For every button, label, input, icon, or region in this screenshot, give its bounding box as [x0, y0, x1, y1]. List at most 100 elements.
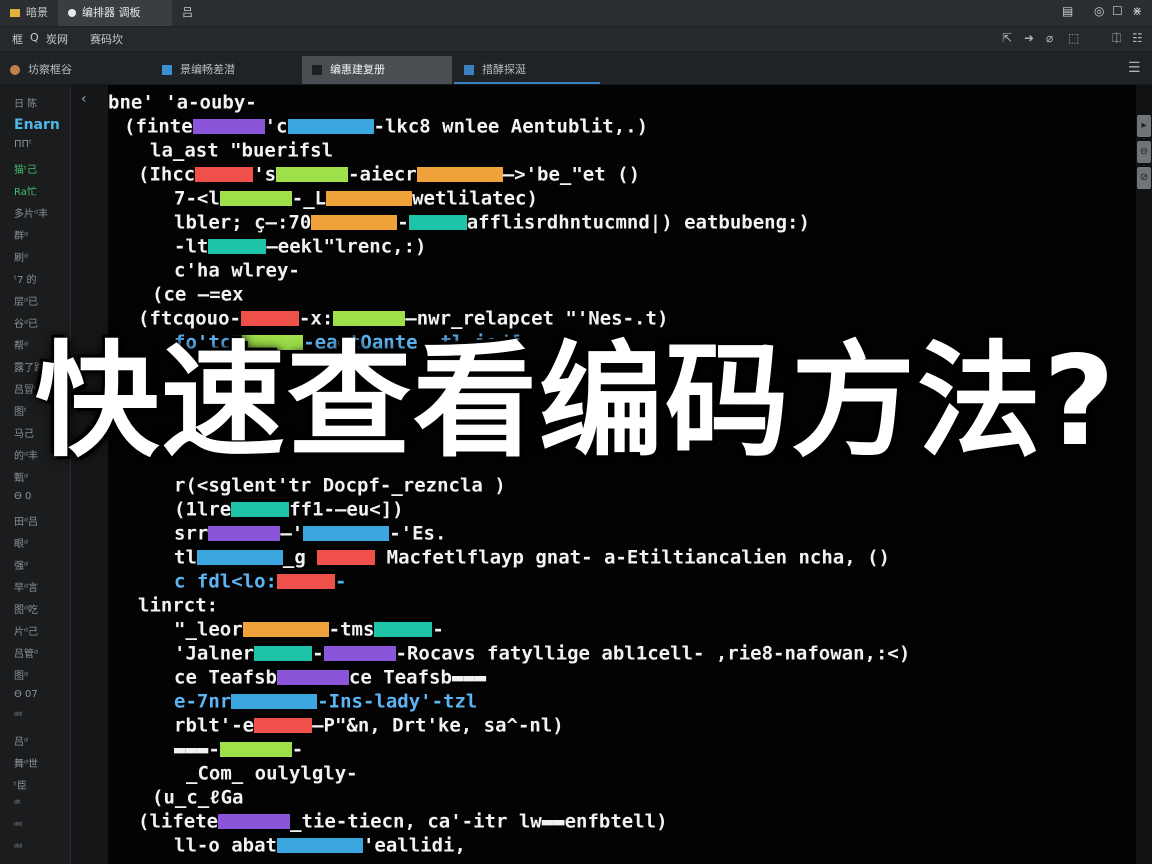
maximize-icon[interactable]: ☐ — [1112, 4, 1123, 18]
layout-icon[interactable]: ☷ — [1132, 31, 1143, 45]
sidebar-item[interactable]: Θ 07 — [14, 689, 38, 700]
forward-icon[interactable]: ➜ — [1024, 31, 1034, 45]
close-icon[interactable]: ⋇ — [1132, 4, 1142, 18]
code-text: _tie-tiecn, ca'-itr lw▬▬enfbtell) — [290, 810, 668, 833]
sidebar-item[interactable]: 强ᵈ — [14, 557, 28, 572]
pen-icon[interactable]: ⌀ — [1046, 31, 1053, 45]
code-text: (finte — [124, 115, 193, 138]
highlight-block — [218, 814, 291, 829]
sidebar-item[interactable]: 猫ᵗ己 — [14, 161, 37, 176]
menu-item-code[interactable]: 赛码坎 — [90, 31, 123, 47]
scroll-button[interactable]: ⊘ — [1137, 167, 1151, 189]
code-text: "_leor — [174, 618, 243, 641]
code-editor[interactable]: bne' 'a-ouby- (finte 'c -lkc8 wnlee Aentub… — [108, 85, 1136, 864]
scrollbar[interactable]: ▸ ⊖ ⊘ — [1136, 85, 1152, 864]
code-text: - — [432, 618, 444, 641]
sidebar-item[interactable]: 甄ᵈ — [14, 469, 28, 484]
sidebar-item[interactable]: Θ 0 — [14, 491, 31, 502]
sidebar-item[interactable]: ΠΠᵗ — [14, 139, 32, 150]
sidebar-item[interactable]: 田ᵈ吕 — [14, 513, 38, 528]
highlight-block — [317, 550, 376, 565]
code-text: -aiecr — [348, 163, 417, 186]
highlight-block — [276, 670, 349, 685]
sidebar-item[interactable]: 图ᵈ吃 — [14, 601, 38, 616]
sidebar-item[interactable]: Ra忙 — [14, 183, 37, 198]
code-text: (Ihcc — [138, 163, 196, 186]
tab-new[interactable]: 吕 — [172, 0, 212, 26]
highlight-block — [323, 646, 396, 661]
code-text: ce Teafsb▬▬▬ — [348, 666, 487, 689]
sidebar-item[interactable]: 谷ᵈ已 — [14, 315, 38, 330]
code-text: _g — [282, 546, 318, 569]
tab-home[interactable]: 暗景 — [0, 0, 58, 26]
code-text: -tms — [328, 618, 375, 641]
sidebar-item[interactable]: ᵈᵈ — [14, 821, 22, 832]
code-text: linrct: — [138, 594, 219, 617]
tab-label: 吕 — [182, 6, 193, 19]
file-icon — [10, 65, 20, 75]
code-line: srr —' -'Es. — [174, 522, 446, 545]
code-line: c'ha wlrey- — [174, 259, 300, 282]
sidebar-item[interactable]: 多片ᵈ丰 — [14, 205, 48, 220]
code-text: 'c — [264, 115, 288, 138]
sidebar-item[interactable]: 层ᵈ已 — [14, 293, 38, 308]
sidebar-item[interactable]: 吕ᵈ — [14, 733, 28, 748]
code-text: tl — [174, 546, 197, 569]
editor-tab-3[interactable]: 编惠建复册 — [302, 56, 452, 84]
code-line: r(<sglent'tr Docpf-_rezncla ) — [174, 474, 506, 497]
code-text: 'eallidi, — [362, 834, 466, 857]
sidebar-item[interactable]: 日 陈 — [14, 95, 37, 110]
editor-tab-label: 坊察框谷 — [28, 63, 72, 76]
highlight-block — [287, 119, 374, 134]
editor-tab-2[interactable]: 景编畅差潜 — [152, 56, 300, 84]
code-line: linrct: — [138, 594, 219, 617]
app-icon — [68, 9, 76, 17]
sidebar-item[interactable]: 吕管ᵈ — [14, 645, 38, 660]
sidebar-item[interactable]: 群ᵈ — [14, 227, 28, 242]
sidebar-item[interactable]: 片ᵈ己 — [14, 623, 38, 638]
sidebar-item[interactable]: ᵗ臣 — [14, 777, 27, 792]
scroll-button[interactable]: ⊖ — [1137, 141, 1151, 163]
collapse-icon[interactable]: ‹ — [81, 91, 87, 107]
menu-item-view[interactable]: 炭网 — [46, 31, 68, 47]
menu-item-edit[interactable]: Q — [30, 31, 39, 44]
code-line: (Ihcc 's -aiecr —>'be_"et () — [138, 163, 640, 186]
editor-tab-1[interactable]: 坊察框谷 — [0, 56, 148, 84]
menu-icon[interactable]: ▤ — [1062, 4, 1073, 18]
scroll-button[interactable]: ▸ — [1137, 115, 1151, 137]
code-text: 'Jalner — [174, 642, 255, 665]
sidebar-item[interactable]: 早ᵈ言 — [14, 579, 38, 594]
editor-tab-4[interactable]: 措酵探涎 — [454, 56, 600, 84]
sidebar-item[interactable]: ᵗ7 的 — [14, 271, 37, 286]
code-line: ce Teafsb ce Teafsb▬▬▬ — [174, 666, 487, 689]
code-text: —eekl"lrenc,:) — [266, 235, 427, 258]
split-icon[interactable]: ⎅ — [1112, 31, 1122, 46]
highlight-block — [303, 526, 390, 541]
sidebar-item[interactable]: ᵈᵗ — [14, 799, 21, 810]
sidebar-item[interactable]: ᵈᵈ — [14, 843, 22, 854]
code-text: (1lre — [174, 498, 232, 521]
settings-icon[interactable]: ◎ — [1094, 4, 1104, 18]
code-text: la_ast "buerifsl — [150, 139, 334, 162]
highlight-block — [408, 215, 467, 230]
sidebar: 日 陈 Enarn ΠΠᵗ 猫ᵗ己 Ra忙 多片ᵈ丰 群ᵈ 刷ᵈ ᵗ7 的层ᵈ已 谷ᵈ已 帮ᵈ 露了路… — [0, 85, 71, 864]
highlight-block — [240, 311, 299, 326]
sidebar-item[interactable]: ᵈᵈ — [14, 711, 22, 722]
refresh-icon[interactable]: ⬚ — [1068, 31, 1079, 45]
highlight-block — [416, 167, 503, 182]
back-icon[interactable]: ⇱ — [1002, 31, 1012, 45]
overlay-title: 快速查看编码方法? — [35, 330, 1117, 474]
sidebar-item[interactable]: 舞ᵈ世 — [14, 755, 38, 770]
code-text: ce Teafsb — [174, 666, 277, 689]
sidebar-item[interactable]: Enarn — [14, 117, 60, 133]
sidebar-item[interactable]: 眼ᵈ — [14, 535, 28, 550]
code-line: lbler; ç—:70 - afflisrdhntucmnd|) eatbuben… — [174, 211, 810, 234]
code-line: 'Jalner - -Rocavs fatyllige abl1cell- ,rie… — [174, 642, 910, 665]
sidebar-item[interactable]: 刷ᵈ — [14, 249, 28, 264]
code-text: (ce —=ex — [152, 283, 244, 306]
gutter: ‹ — [71, 85, 108, 864]
menu-item-file[interactable]: 框 — [12, 31, 23, 47]
sidebar-item[interactable]: 图ᵈ — [14, 667, 28, 682]
tab-editor[interactable]: 编排器 调板 — [58, 0, 172, 26]
hamburger-icon[interactable]: ☰ — [1128, 60, 1141, 76]
